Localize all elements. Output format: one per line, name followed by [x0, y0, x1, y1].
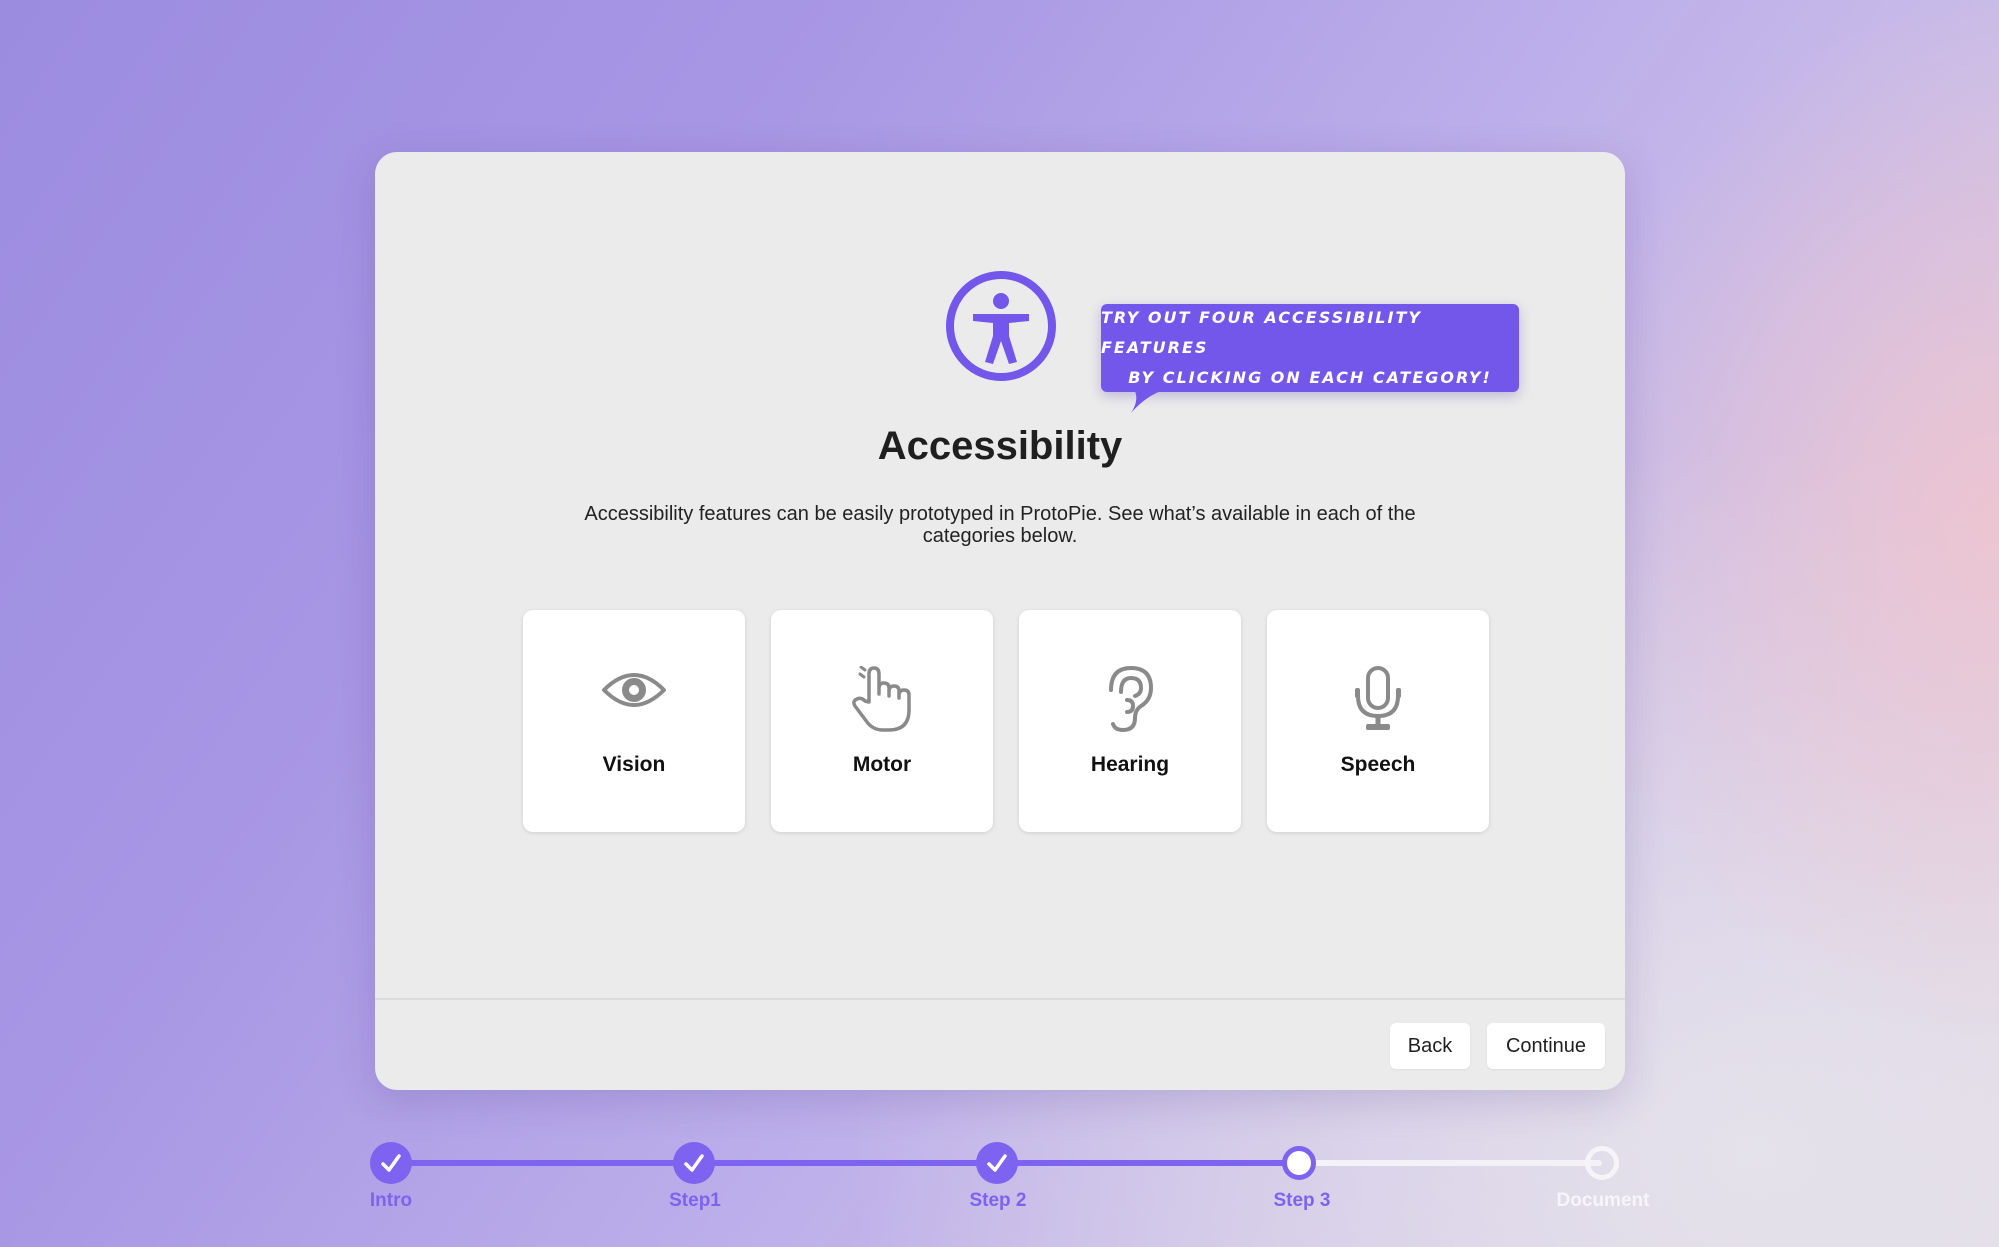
step-label-step2: Step 2 — [969, 1190, 1027, 1211]
page-title: Accessibility — [877, 424, 1123, 468]
page-description: Accessibility features can be easily pro… — [584, 503, 1416, 547]
progress-track-completed — [392, 1160, 1299, 1166]
tooltip-line-2: BY CLICKING ON EACH CATEGORY! — [1128, 368, 1492, 387]
progress-track-remaining — [1299, 1160, 1602, 1166]
continue-button[interactable]: Continue — [1487, 1023, 1605, 1069]
footer-divider — [375, 998, 1625, 1000]
category-cards: Vision Motor Hearing Speech — [523, 610, 1493, 832]
step-label-document: Document — [1556, 1190, 1650, 1211]
category-card-speech[interactable]: Speech — [1267, 610, 1489, 832]
step-label-step3: Step 3 — [1273, 1190, 1331, 1211]
microphone-icon — [1267, 666, 1489, 732]
category-label: Vision — [602, 753, 666, 776]
category-label: Hearing — [1090, 753, 1170, 776]
step-3-node[interactable] — [1282, 1146, 1316, 1180]
checkmark-icon — [987, 1154, 1007, 1172]
pointing-hand-icon — [771, 666, 993, 732]
category-label: Speech — [1340, 753, 1416, 776]
eye-icon — [523, 666, 745, 732]
onboarding-dialog: TRY OUT FOUR ACCESSIBILITY FEATURES BY C… — [375, 152, 1625, 1090]
step-document-node[interactable] — [1585, 1146, 1619, 1180]
category-card-motor[interactable]: Motor — [771, 610, 993, 832]
step-intro-node[interactable] — [370, 1142, 412, 1184]
step-1-node[interactable] — [673, 1142, 715, 1184]
category-card-vision[interactable]: Vision — [523, 610, 745, 832]
step-2-node[interactable] — [976, 1142, 1018, 1184]
tooltip-line-1: TRY OUT FOUR ACCESSIBILITY FEATURES — [1101, 308, 1422, 357]
step-label-step1: Step1 — [669, 1190, 721, 1211]
hint-tooltip: TRY OUT FOUR ACCESSIBILITY FEATURES BY C… — [1101, 304, 1519, 392]
category-label: Motor — [852, 753, 912, 776]
back-button[interactable]: Back — [1390, 1023, 1470, 1069]
tooltip-tail — [1131, 391, 1161, 413]
step-label-intro: Intro — [369, 1190, 413, 1211]
ear-icon — [1019, 666, 1241, 732]
checkmark-icon — [381, 1154, 401, 1172]
category-card-hearing[interactable]: Hearing — [1019, 610, 1241, 832]
checkmark-icon — [684, 1154, 704, 1172]
accessibility-icon — [945, 270, 1057, 382]
